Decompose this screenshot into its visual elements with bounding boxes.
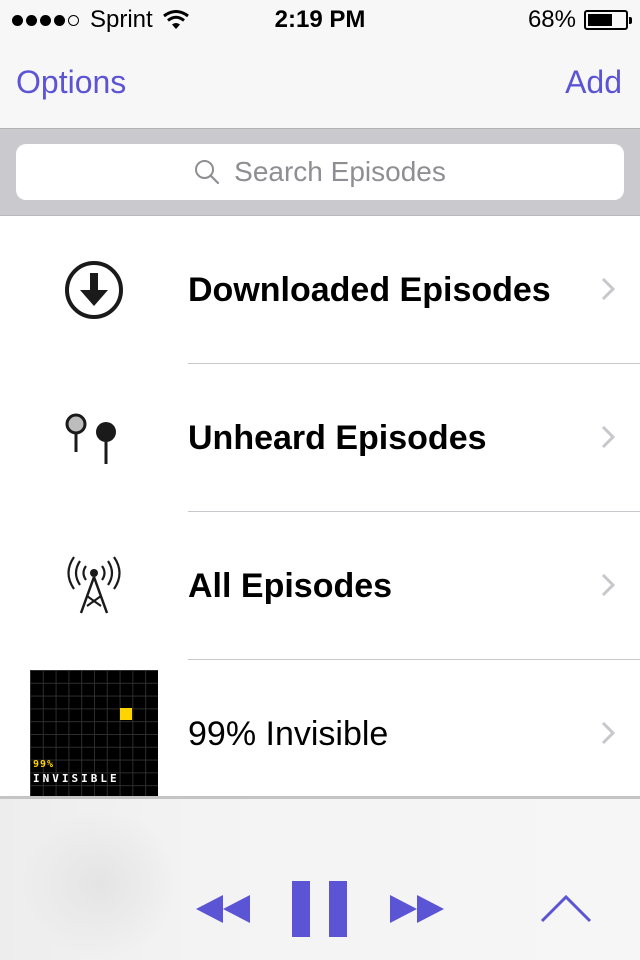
add-button[interactable]: Add bbox=[565, 64, 622, 101]
battery-icon bbox=[584, 10, 632, 30]
status-right: 68% bbox=[527, 6, 632, 34]
list-item-all-episodes[interactable]: All Episodes bbox=[0, 512, 640, 660]
artwork-yellow-square bbox=[120, 708, 132, 720]
list-item-label: 99% Invisible bbox=[188, 715, 389, 753]
chevron-up-icon[interactable] bbox=[540, 893, 592, 923]
search-placeholder: Search Episodes bbox=[234, 156, 446, 187]
row-icon bbox=[30, 374, 158, 502]
earbuds-icon bbox=[65, 413, 116, 464]
artwork-text-top: 99% bbox=[33, 759, 55, 770]
battery-percentage: 68% bbox=[527, 6, 576, 33]
navigation-bar: Options Add bbox=[0, 40, 640, 129]
rewind-icon[interactable] bbox=[196, 895, 250, 923]
chevron-right-icon bbox=[601, 425, 616, 449]
list-item-99-invisible[interactable]: 99% INVISIBLE 99% Invisible bbox=[0, 660, 640, 808]
search-input[interactable]: Search Episodes bbox=[16, 144, 624, 200]
download-icon bbox=[65, 261, 123, 319]
row-icon bbox=[30, 226, 158, 354]
list-item-label: All Episodes bbox=[188, 567, 393, 605]
artwork-blur bbox=[20, 809, 180, 959]
now-playing-bar bbox=[0, 796, 640, 960]
podcast-artwork: 99% INVISIBLE bbox=[30, 670, 158, 798]
chevron-right-icon bbox=[601, 277, 616, 301]
list-item-label: Unheard Episodes bbox=[188, 419, 487, 457]
fast-forward-icon[interactable] bbox=[390, 895, 444, 923]
chevron-right-icon bbox=[601, 721, 616, 745]
artwork-text-bottom: INVISIBLE bbox=[33, 772, 120, 785]
battery-fill bbox=[588, 14, 613, 26]
artwork-image: 99% INVISIBLE bbox=[30, 670, 158, 798]
search-bar-container: Search Episodes bbox=[0, 129, 640, 216]
list-item-downloaded-episodes[interactable]: Downloaded Episodes bbox=[0, 216, 640, 364]
list-item-unheard-episodes[interactable]: Unheard Episodes bbox=[0, 364, 640, 512]
chevron-right-icon bbox=[601, 573, 616, 597]
status-bar: Sprint 2:19 PM 68% bbox=[0, 0, 640, 40]
episode-list: Downloaded Episodes Unheard Episodes All… bbox=[0, 216, 640, 808]
pause-icon[interactable] bbox=[292, 881, 348, 937]
list-item-label: Downloaded Episodes bbox=[188, 271, 551, 309]
broadcast-tower-icon bbox=[67, 556, 121, 614]
search-icon bbox=[195, 160, 220, 185]
row-icon bbox=[30, 522, 158, 650]
options-button[interactable]: Options bbox=[16, 64, 126, 101]
